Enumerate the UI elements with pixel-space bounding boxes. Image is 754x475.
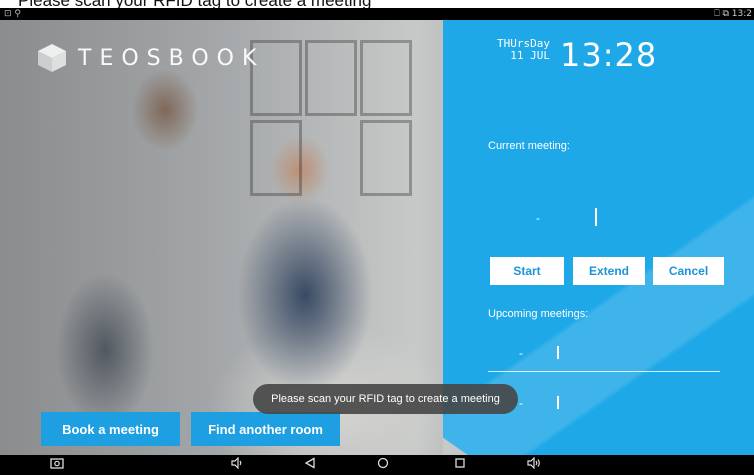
banner-text: Please scan your RFID tag to create a me… xyxy=(18,0,371,8)
brand-name: TEOSBOOK xyxy=(78,45,265,71)
upcoming-item-dash: - xyxy=(519,346,523,360)
back-icon[interactable] xyxy=(304,457,316,472)
volume-up-icon[interactable] xyxy=(527,456,541,472)
current-meeting-dash: - xyxy=(536,211,540,225)
navigation-bar xyxy=(0,455,754,475)
rfid-toast: Please scan your RFID tag to create a me… xyxy=(253,384,518,414)
date-block: THUrsDay 11 JUL xyxy=(488,38,550,62)
upcoming-meetings-label: Upcoming meetings: xyxy=(488,308,589,320)
status-left-icons: ⊡ ⚲ xyxy=(4,9,21,19)
kiosk-screen: ⊡ ⚲ ⎕ ⧉ 13:2 TEOSBOOK THUrsDay 11 JUL 13… xyxy=(0,8,754,475)
instruction-banner: Please scan your RFID tag to create a me… xyxy=(0,0,754,8)
volume-down-icon[interactable] xyxy=(231,456,243,472)
find-room-button[interactable]: Find another room xyxy=(191,412,340,446)
window-pane xyxy=(250,120,302,196)
current-meeting-label: Current meeting: xyxy=(488,140,570,152)
upcoming-item-cursor xyxy=(557,346,559,359)
camera-icon[interactable] xyxy=(50,457,64,472)
current-meeting-cursor xyxy=(595,208,597,226)
extend-button[interactable]: Extend xyxy=(573,257,645,285)
clock-time: 13:28 xyxy=(560,36,658,74)
logo-cube-icon xyxy=(36,42,68,74)
window-pane xyxy=(305,40,357,116)
status-right: ⎕ ⧉ 13:2 xyxy=(714,9,752,19)
status-bar: ⊡ ⚲ ⎕ ⧉ 13:2 xyxy=(0,8,754,20)
upcoming-item-cursor xyxy=(557,396,559,409)
start-button[interactable]: Start xyxy=(490,257,564,285)
home-icon[interactable] xyxy=(377,457,389,472)
book-meeting-button[interactable]: Book a meeting xyxy=(41,412,180,446)
upcoming-divider xyxy=(488,371,720,372)
window-pane xyxy=(360,120,412,196)
window-pane xyxy=(360,40,412,116)
date: 11 JUL xyxy=(510,49,550,62)
upcoming-item-dash: - xyxy=(519,396,523,410)
brand-logo: TEOSBOOK xyxy=(36,42,264,74)
recents-icon[interactable] xyxy=(454,457,466,472)
cancel-button[interactable]: Cancel xyxy=(653,257,724,285)
